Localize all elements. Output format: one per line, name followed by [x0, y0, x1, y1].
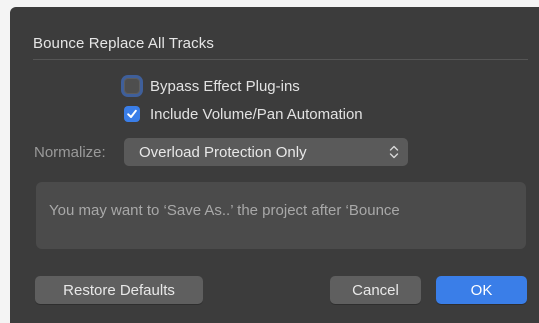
normalize-select[interactable]: Overload Protection Only: [124, 138, 408, 166]
include-automation-label: Include Volume/Pan Automation: [150, 105, 363, 123]
bypass-effects-label: Bypass Effect Plug-ins: [150, 77, 300, 95]
bypass-effects-option[interactable]: Bypass Effect Plug-ins: [124, 75, 300, 97]
bounce-dialog: Bounce Replace All Tracks Bypass Effect …: [10, 7, 539, 323]
restore-defaults-button[interactable]: Restore Defaults: [35, 276, 203, 304]
title-divider: [33, 59, 528, 60]
normalize-selected-value: Overload Protection Only: [139, 143, 307, 161]
include-automation-checkbox[interactable]: [124, 106, 140, 122]
include-automation-option[interactable]: Include Volume/Pan Automation: [124, 103, 363, 125]
normalize-label: Normalize:: [34, 144, 106, 161]
info-message: You may want to ‘Save As..’ the project …: [49, 202, 400, 219]
dialog-title: Bounce Replace All Tracks: [33, 35, 214, 52]
info-message-box: You may want to ‘Save As..’ the project …: [36, 182, 526, 249]
checkmark-icon: [127, 109, 137, 118]
cancel-button[interactable]: Cancel: [330, 276, 421, 304]
ok-button[interactable]: OK: [436, 276, 527, 304]
up-down-chevron-icon: [389, 145, 399, 159]
bypass-effects-checkbox[interactable]: [124, 78, 140, 94]
